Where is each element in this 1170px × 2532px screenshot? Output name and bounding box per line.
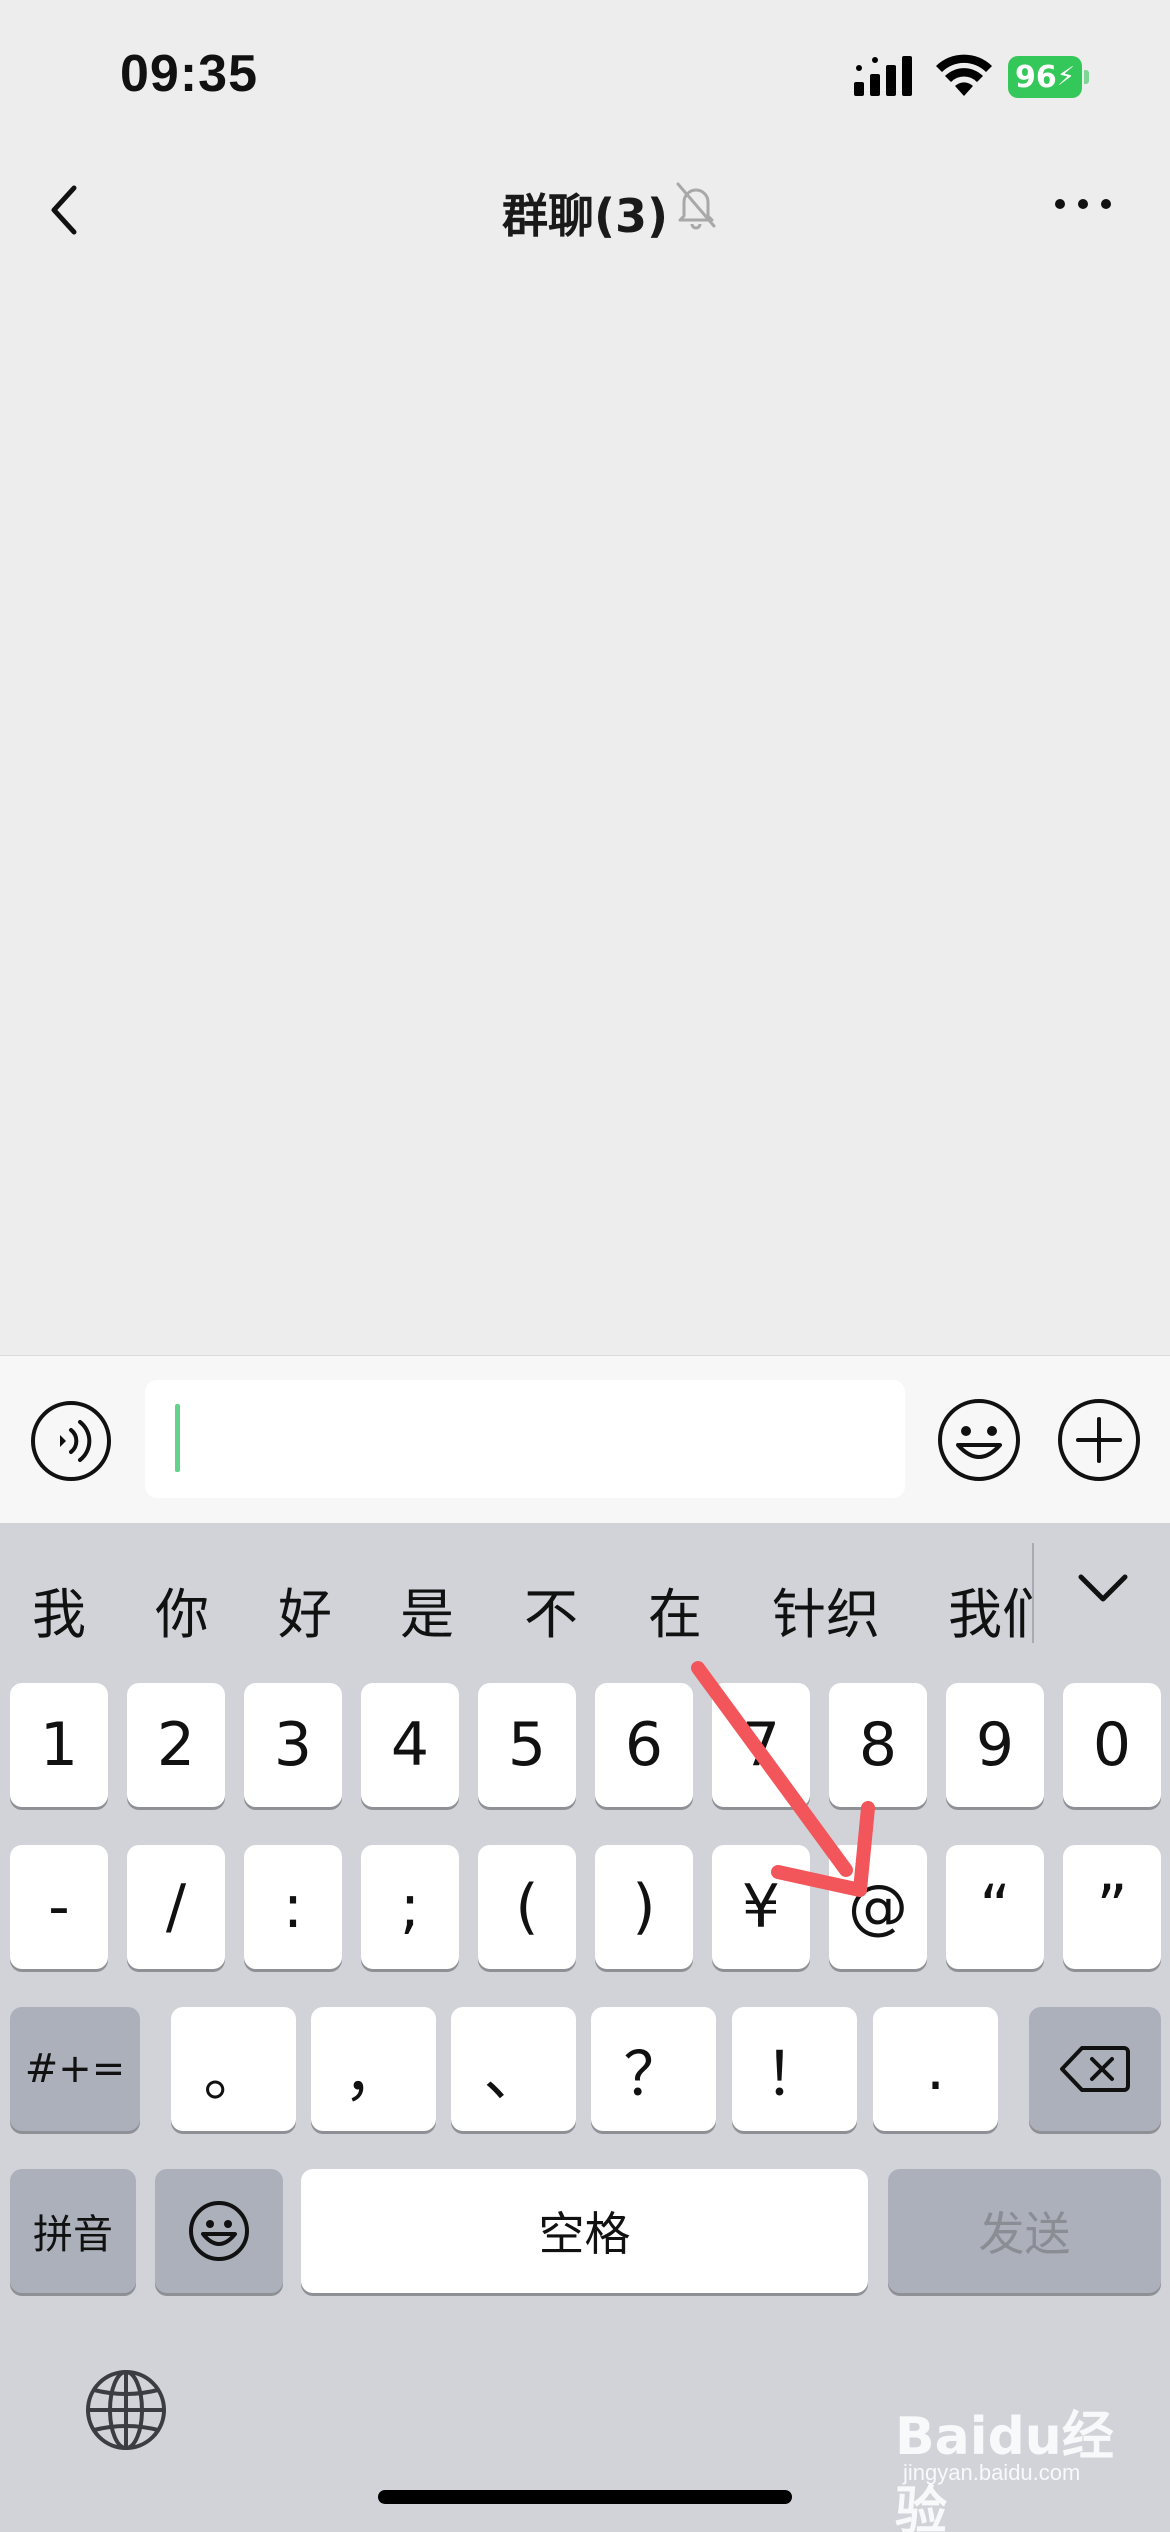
chevron-down-icon[interactable] xyxy=(1075,1571,1131,1607)
globe-icon[interactable] xyxy=(84,2368,168,2452)
key-slash[interactable]: / xyxy=(127,1845,225,1969)
key-semicolon[interactable]: ; xyxy=(361,1845,459,1969)
candidate-word[interactable]: 在 xyxy=(648,1570,702,1649)
emoji-key[interactable] xyxy=(155,2169,283,2293)
text-caret xyxy=(175,1404,180,1472)
status-bar: 09:35 96 ⚡ xyxy=(0,0,1170,140)
message-list[interactable] xyxy=(0,270,1170,1355)
cellular-signal-icon xyxy=(854,56,912,96)
key-0[interactable]: 0 xyxy=(1063,1683,1161,1807)
key-hyphen[interactable]: - xyxy=(10,1845,108,1969)
key-period-cn[interactable]: 。 xyxy=(171,2007,296,2131)
ellipsis-icon[interactable] xyxy=(1052,190,1114,218)
key-comma-cn[interactable]: ， xyxy=(311,2007,436,2131)
key-left-paren[interactable]: ( xyxy=(478,1845,576,1969)
candidate-word[interactable]: 好 xyxy=(278,1570,332,1649)
space-key[interactable]: 空格 xyxy=(301,2169,868,2293)
key-colon[interactable]: : xyxy=(244,1845,342,1969)
voice-icon[interactable] xyxy=(30,1400,112,1482)
key-5[interactable]: 5 xyxy=(478,1683,576,1807)
send-key[interactable]: 发送 xyxy=(888,2169,1161,2293)
home-indicator[interactable] xyxy=(378,2490,792,2504)
key-2[interactable]: 2 xyxy=(127,1683,225,1807)
backspace-icon xyxy=(1060,2046,1130,2092)
candidate-bar: 我 你 好 是 不 在 针织 我们 xyxy=(0,1523,1170,1663)
message-input[interactable] xyxy=(145,1380,905,1498)
status-time: 09:35 xyxy=(120,45,258,103)
plus-circle-icon[interactable] xyxy=(1056,1397,1142,1483)
candidate-word[interactable]: 不 xyxy=(524,1570,578,1649)
watermark: Baidu经验 jingyan.baidu.com xyxy=(895,2407,1114,2532)
candidate-word[interactable]: 我们 xyxy=(948,1570,1032,1649)
key-9[interactable]: 9 xyxy=(946,1683,1044,1807)
candidate-word[interactable]: 你 xyxy=(155,1570,209,1649)
emoji-icon xyxy=(189,2201,249,2261)
key-more-symbols[interactable]: #+= xyxy=(10,2007,140,2131)
key-4[interactable]: 4 xyxy=(361,1683,459,1807)
pinyin-key[interactable]: 拼音 xyxy=(10,2169,136,2293)
candidate-word[interactable]: 我 xyxy=(32,1570,86,1649)
delete-key[interactable] xyxy=(1029,2007,1161,2131)
battery-level: 96 ⚡ xyxy=(1008,56,1082,98)
candidate-word[interactable]: 是 xyxy=(400,1570,454,1649)
bell-slash-icon xyxy=(676,182,716,230)
key-left-quote[interactable]: “ xyxy=(946,1845,1044,1969)
emoji-icon[interactable] xyxy=(936,1397,1022,1483)
nav-bar: 群聊(3) xyxy=(0,150,1170,270)
chat-title[interactable]: 群聊(3) xyxy=(502,189,668,243)
annotation-arrow-icon xyxy=(691,1661,875,1897)
key-1[interactable]: 1 xyxy=(10,1683,108,1807)
candidate-word[interactable]: 针织 xyxy=(772,1570,880,1649)
key-3[interactable]: 3 xyxy=(244,1683,342,1807)
battery-icon: 96 ⚡ xyxy=(1008,56,1089,98)
key-right-quote[interactable]: ” xyxy=(1063,1845,1161,1969)
key-dot[interactable]: . xyxy=(873,2007,998,2131)
key-question[interactable]: ？ xyxy=(591,2007,716,2131)
candidate-divider xyxy=(1032,1543,1034,1643)
key-exclamation[interactable]: ！ xyxy=(732,2007,857,2131)
key-enum-comma[interactable]: 、 xyxy=(451,2007,576,2131)
wifi-icon xyxy=(936,54,992,96)
